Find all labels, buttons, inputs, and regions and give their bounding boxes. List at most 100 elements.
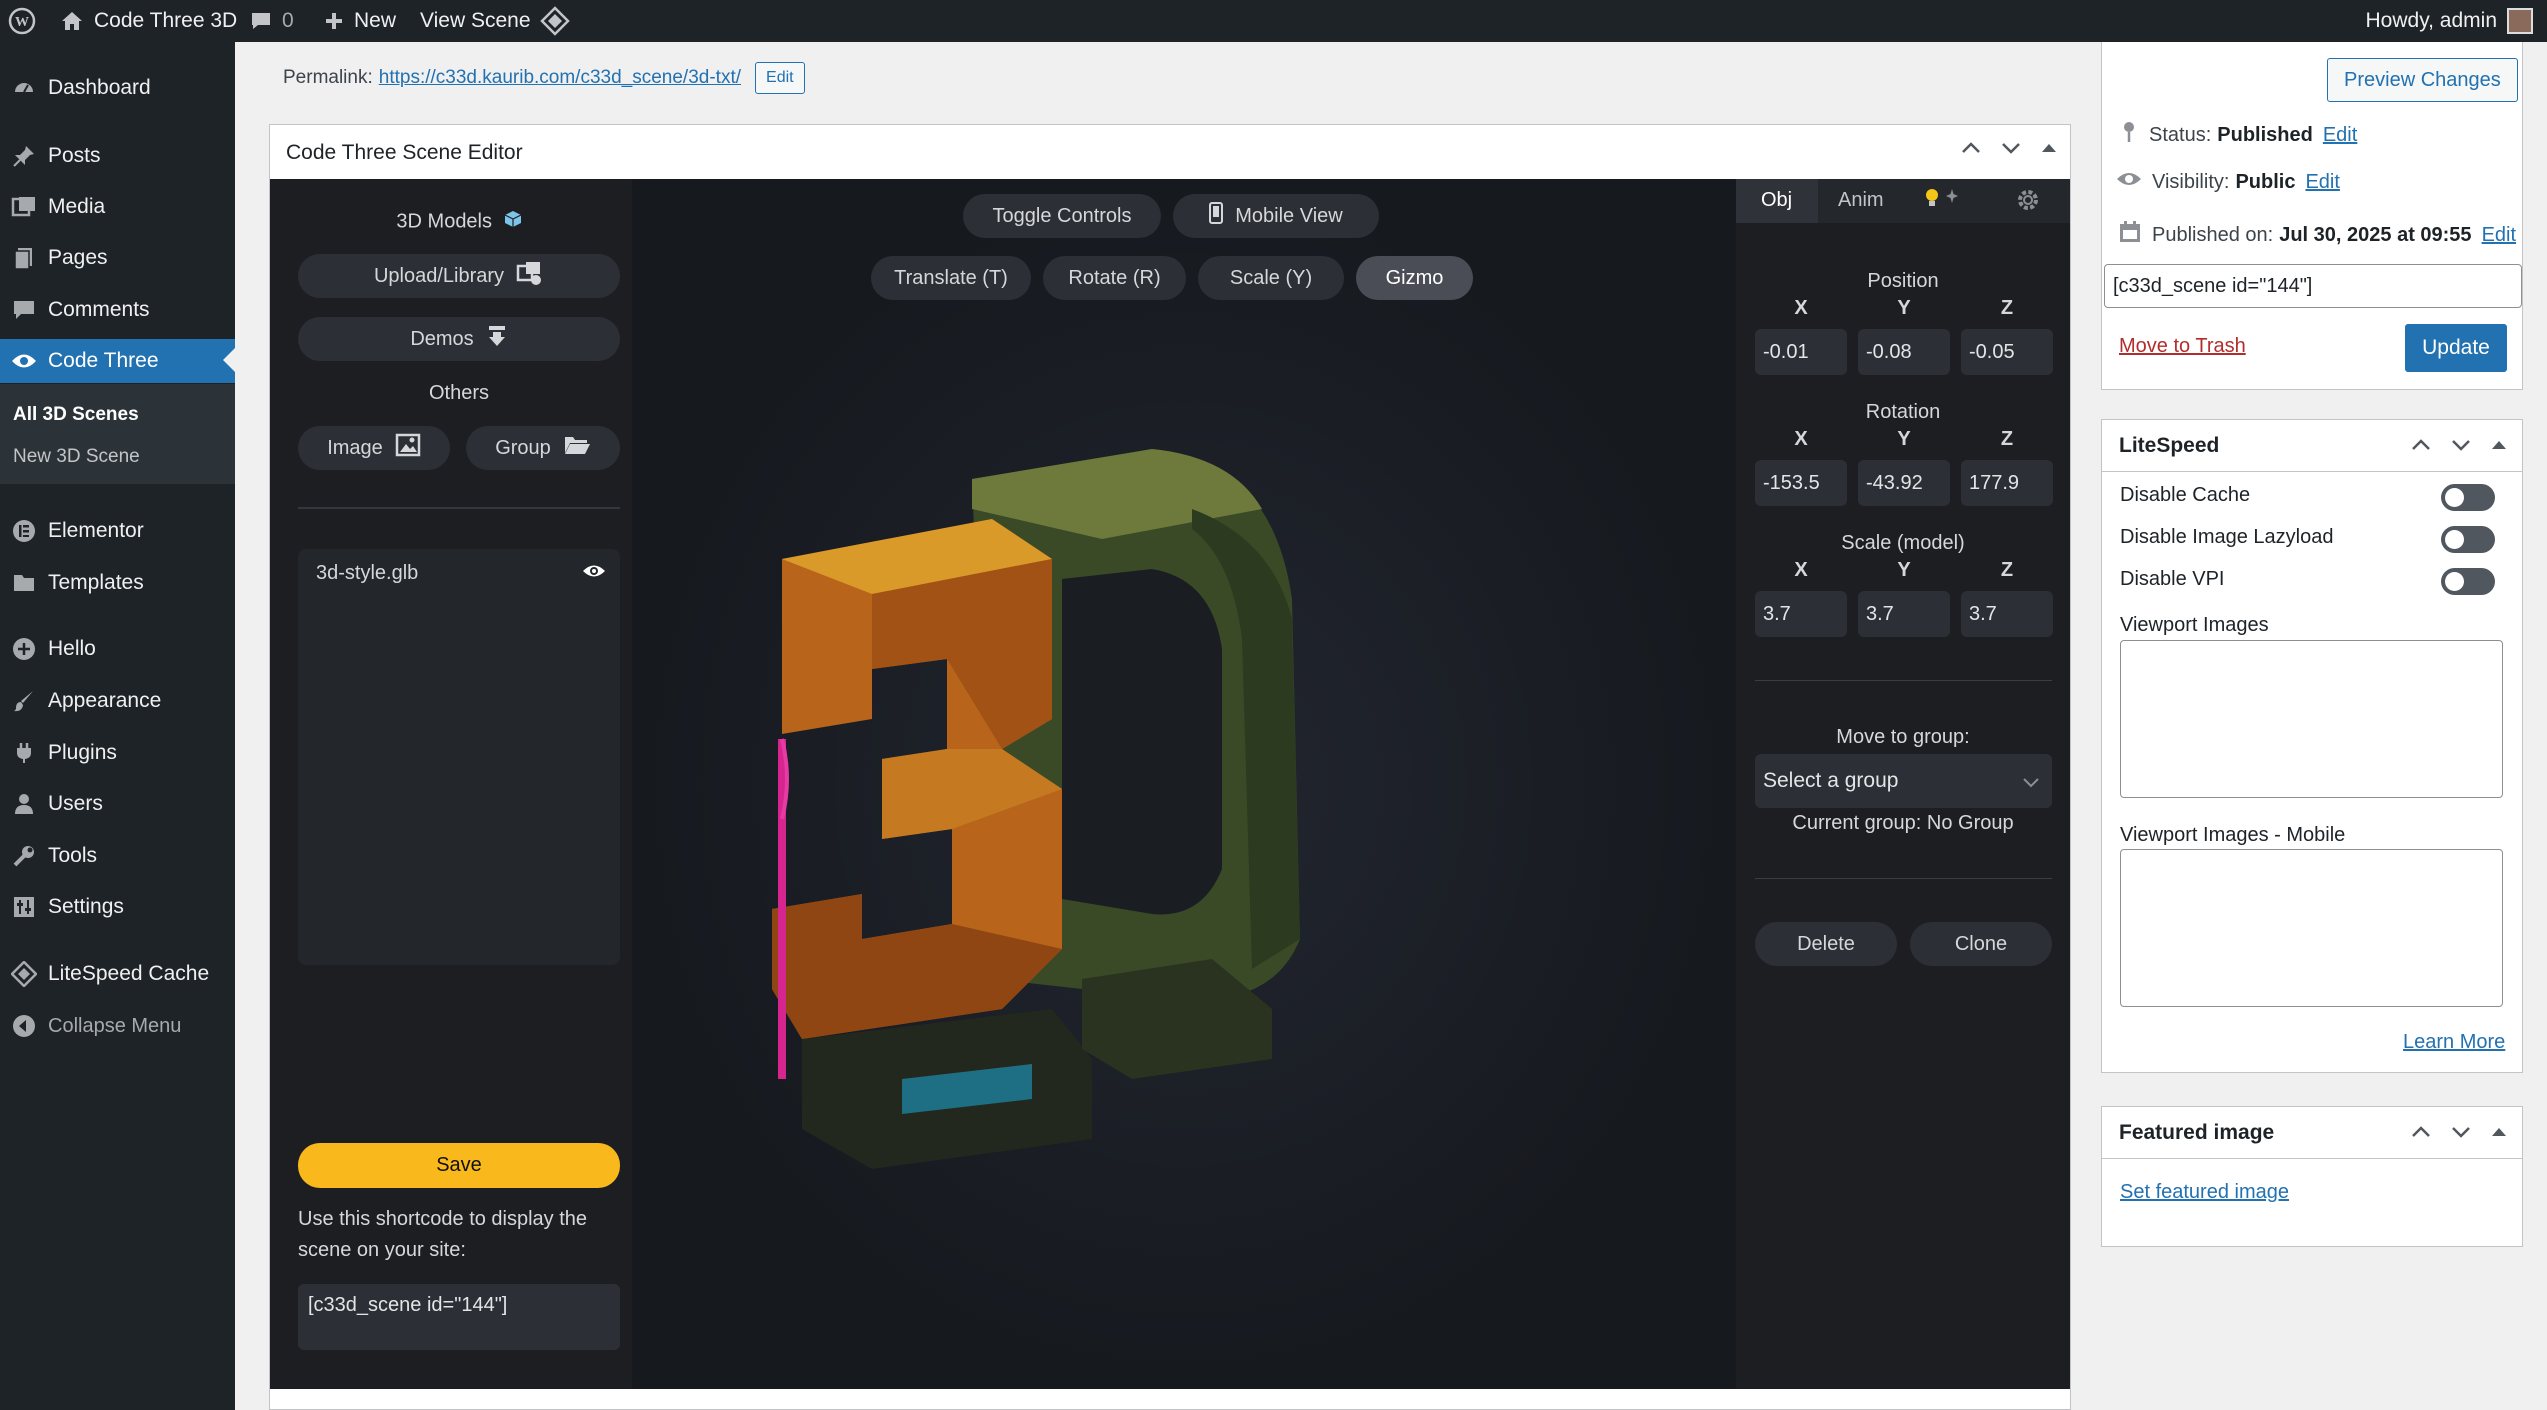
publish-postbox: Preview Changes Status: Published Edit V… bbox=[2101, 42, 2523, 390]
user-menu[interactable]: Howdy, admin bbox=[2365, 0, 2533, 42]
submenu-all-3d-scenes[interactable]: All 3D Scenes bbox=[13, 404, 139, 426]
delete-button[interactable]: Delete bbox=[1755, 922, 1897, 966]
edit-status-link[interactable]: Edit bbox=[2323, 124, 2357, 147]
submenu-new-3d-scene[interactable]: New 3D Scene bbox=[13, 446, 140, 468]
rotation-x-input[interactable]: -153.5 bbox=[1755, 460, 1847, 506]
collapse-toggle-icon[interactable] bbox=[2040, 137, 2058, 165]
position-y-input[interactable]: -0.08 bbox=[1858, 329, 1950, 375]
upload-library-label: Upload/Library bbox=[373, 264, 505, 287]
active-menu-arrow bbox=[223, 348, 235, 372]
move-to-trash-link[interactable]: Move to Trash bbox=[2119, 335, 2246, 358]
add-group-button[interactable]: Group bbox=[466, 426, 620, 470]
sidebar-item-tools[interactable]: Tools bbox=[0, 834, 235, 878]
comments-link[interactable]: 0 bbox=[250, 0, 294, 42]
scale-mode-button[interactable]: Scale (Y) bbox=[1198, 256, 1344, 300]
viewport-images-textarea[interactable] bbox=[2120, 640, 2503, 798]
tab-lights[interactable] bbox=[1924, 187, 1960, 214]
move-up-icon[interactable] bbox=[2410, 434, 2432, 462]
3d-viewport[interactable]: Toggle Controls Mobile View Translate (T… bbox=[632, 179, 1736, 1389]
sidebar-item-comments[interactable]: Comments bbox=[0, 288, 235, 332]
site-name-link[interactable]: Code Three 3D bbox=[60, 0, 237, 42]
new-content-link[interactable]: New bbox=[324, 0, 396, 42]
permalink-edit-button[interactable]: Edit bbox=[755, 62, 805, 94]
viewport-images-mobile-textarea[interactable] bbox=[2120, 849, 2503, 1007]
toggle-controls-button[interactable]: Toggle Controls bbox=[963, 194, 1161, 238]
sidebar-item-media[interactable]: Media bbox=[0, 185, 235, 229]
rotation-z-input[interactable]: 177.9 bbox=[1961, 460, 2053, 506]
media-upload-icon bbox=[516, 260, 544, 292]
collapse-toggle-icon[interactable] bbox=[2490, 1121, 2508, 1149]
sidebar-item-pages[interactable]: Pages bbox=[0, 236, 235, 280]
sidebar-item-users[interactable]: Users bbox=[0, 782, 235, 826]
disable-cache-toggle[interactable] bbox=[2441, 484, 2495, 511]
download-icon bbox=[486, 324, 508, 354]
permalink-url[interactable]: https://c33d.kaurib.com/c33d_scene/3d-tx… bbox=[379, 67, 741, 89]
litespeed-diamond-icon[interactable] bbox=[540, 0, 570, 42]
sidebar-item-litespeed-cache[interactable]: LiteSpeed Cache bbox=[0, 952, 235, 996]
move-down-icon[interactable] bbox=[2450, 434, 2472, 462]
gear-icon[interactable] bbox=[2016, 188, 2040, 217]
list-item[interactable]: 3d-style.glb bbox=[316, 555, 606, 591]
tab-obj[interactable]: Obj bbox=[1761, 189, 1792, 212]
add-image-button[interactable]: Image bbox=[298, 426, 450, 470]
move-down-icon[interactable] bbox=[2000, 137, 2022, 165]
sidebar-item-label: Dashboard bbox=[48, 76, 151, 99]
mobile-view-button[interactable]: Mobile View bbox=[1173, 194, 1379, 238]
sidebar-item-settings[interactable]: Settings bbox=[0, 885, 235, 929]
disable-vpi-toggle[interactable] bbox=[2441, 568, 2495, 595]
clone-button[interactable]: Clone bbox=[1910, 922, 2052, 966]
set-featured-image-link[interactable]: Set featured image bbox=[2120, 1181, 2289, 1204]
sidebar-item-hello[interactable]: Hello bbox=[0, 627, 235, 671]
models-label: 3D Models bbox=[396, 210, 493, 233]
move-up-icon[interactable] bbox=[2410, 1121, 2432, 1149]
eye-icon bbox=[0, 351, 48, 371]
sidebar-item-templates[interactable]: Templates bbox=[0, 561, 235, 605]
position-x-input[interactable]: -0.01 bbox=[1755, 329, 1847, 375]
dashboard-icon bbox=[0, 76, 48, 100]
update-button[interactable]: Update bbox=[2405, 324, 2507, 372]
preview-changes-button[interactable]: Preview Changes bbox=[2327, 58, 2518, 102]
upload-library-button[interactable]: Upload/Library bbox=[298, 254, 620, 298]
howdy-text: Howdy, admin bbox=[2365, 9, 2498, 32]
sidebar-item-posts[interactable]: Posts bbox=[0, 134, 235, 178]
view-scene-link[interactable]: View Scene bbox=[420, 0, 531, 42]
published-value: Jul 30, 2025 at 09:55 bbox=[2279, 223, 2472, 246]
visibility-row: Visibility: Public Edit bbox=[2116, 170, 2340, 194]
sidebar-item-plugins[interactable]: Plugins bbox=[0, 731, 235, 775]
translate-mode-button[interactable]: Translate (T) bbox=[871, 256, 1031, 300]
sidebar-item-code-three[interactable]: Code Three bbox=[0, 339, 235, 383]
scale-z-input[interactable]: 3.7 bbox=[1961, 591, 2053, 637]
scale-x-input[interactable]: 3.7 bbox=[1755, 591, 1847, 637]
wordpress-logo-icon[interactable]: W bbox=[8, 0, 36, 42]
calendar-icon bbox=[2118, 220, 2142, 250]
rotate-mode-button[interactable]: Rotate (R) bbox=[1043, 256, 1186, 300]
move-up-icon[interactable] bbox=[1960, 137, 1982, 165]
save-button[interactable]: Save bbox=[298, 1143, 620, 1188]
sidebar-collapse-menu[interactable]: Collapse Menu bbox=[0, 1004, 235, 1048]
visibility-eye-icon[interactable] bbox=[582, 563, 606, 584]
scale-y-input[interactable]: 3.7 bbox=[1858, 591, 1950, 637]
edit-visibility-link[interactable]: Edit bbox=[2305, 171, 2339, 194]
shortcode-field[interactable]: [c33d_scene id="144"] bbox=[2104, 264, 2522, 308]
group-select[interactable]: Select a group bbox=[1755, 754, 2052, 808]
shortcode-textarea[interactable]: [c33d_scene id="144"] bbox=[298, 1284, 620, 1350]
position-label: Position bbox=[1867, 270, 1939, 292]
tab-anim[interactable]: Anim bbox=[1838, 189, 1884, 212]
disable-lazyload-toggle[interactable] bbox=[2441, 526, 2495, 553]
learn-more-link[interactable]: Learn More bbox=[2403, 1031, 2505, 1054]
demos-button[interactable]: Demos bbox=[298, 317, 620, 361]
sidebar-item-dashboard[interactable]: Dashboard bbox=[0, 66, 235, 110]
gizmo-mode-button[interactable]: Gizmo bbox=[1356, 256, 1473, 300]
group-select-value: Select a group bbox=[1763, 769, 1899, 792]
edit-date-link[interactable]: Edit bbox=[2482, 224, 2516, 247]
sidebar-item-appearance[interactable]: Appearance bbox=[0, 679, 235, 723]
media-icon bbox=[0, 195, 48, 219]
position-z-input[interactable]: -0.05 bbox=[1961, 329, 2053, 375]
rotation-y-input[interactable]: -43.92 bbox=[1858, 460, 1950, 506]
sidebar-item-elementor[interactable]: Elementor bbox=[0, 509, 235, 553]
elementor-icon bbox=[0, 519, 48, 543]
move-down-icon[interactable] bbox=[2450, 1121, 2472, 1149]
demos-label: Demos bbox=[410, 327, 474, 350]
pin-icon bbox=[0, 144, 48, 168]
collapse-toggle-icon[interactable] bbox=[2490, 434, 2508, 462]
